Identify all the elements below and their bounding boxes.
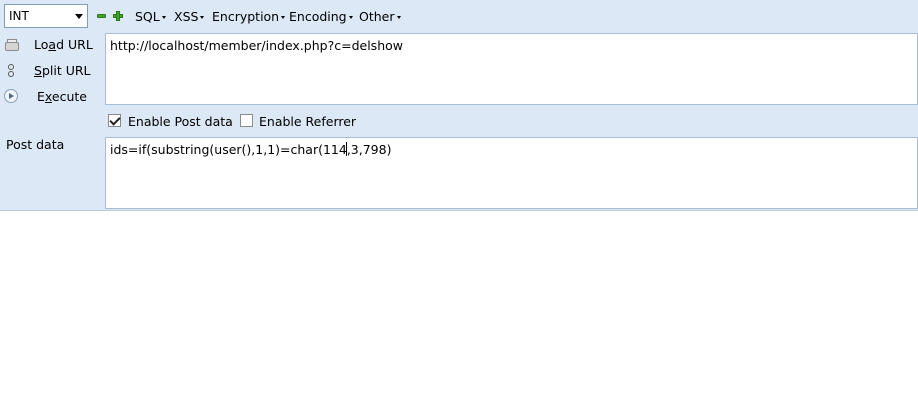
enable-post-checkbox[interactable]	[108, 114, 121, 127]
post-data-textarea[interactable]: ids=if(substring(user(),1,1)=char(114,3,…	[105, 137, 918, 209]
menu-xss[interactable]: XSS	[174, 9, 205, 24]
post-data-text: ids=if(substring(user(),1,1)=char(114,3,…	[110, 142, 392, 157]
minus-icon	[97, 14, 106, 18]
type-select[interactable]: INT	[4, 4, 88, 28]
menu-encoding[interactable]: Encoding	[289, 9, 353, 24]
caret-down-icon	[200, 16, 205, 19]
play-icon	[4, 89, 18, 103]
load-url-label: Load URL	[34, 37, 93, 52]
load-url-button[interactable]: Load URL	[0, 33, 100, 57]
chevron-down-icon	[75, 14, 83, 19]
execute-button[interactable]: Execute	[0, 85, 100, 109]
type-select-value: INT	[9, 9, 29, 23]
enable-referrer-checkbox[interactable]	[240, 114, 253, 127]
split-url-button[interactable]: Split URL	[0, 59, 100, 83]
load-url-icon	[4, 37, 20, 53]
menu-sql[interactable]: SQL	[135, 9, 166, 24]
split-url-icon	[4, 63, 20, 79]
menu-other[interactable]: Other	[359, 9, 401, 24]
split-url-label: Split URL	[34, 63, 91, 78]
caret-down-icon	[281, 16, 286, 19]
caret-down-icon	[348, 16, 353, 19]
execute-label: Execute	[37, 89, 87, 104]
caret-down-icon	[161, 16, 166, 19]
url-textarea[interactable]: http://localhost/member/index.php?c=dels…	[105, 33, 918, 105]
url-text: http://localhost/member/index.php?c=dels…	[110, 38, 403, 53]
enable-referrer-label[interactable]: Enable Referrer	[259, 114, 356, 129]
enable-post-label[interactable]: Enable Post data	[128, 114, 233, 129]
menu-encryption[interactable]: Encryption	[212, 9, 286, 24]
increase-button[interactable]	[113, 11, 123, 21]
decrease-button[interactable]	[97, 11, 107, 21]
hackbar-panel: INT SQL XSS Encryption Encoding Other Lo…	[0, 0, 918, 211]
post-data-label: Post data	[6, 137, 65, 152]
caret-down-icon	[396, 16, 401, 19]
toolbar: INT SQL XSS Encryption Encoding Other	[0, 0, 918, 32]
